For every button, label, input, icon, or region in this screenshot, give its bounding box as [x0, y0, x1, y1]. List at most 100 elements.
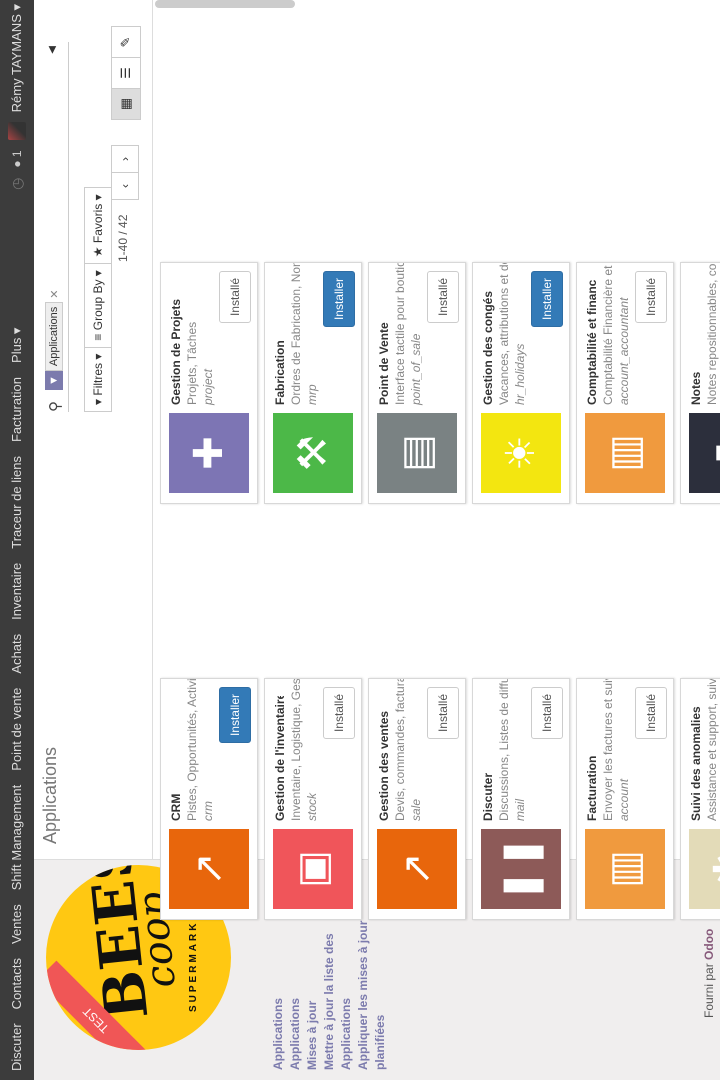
pager-value[interactable]: 1-40 / 42 [116, 215, 130, 262]
divider [152, 0, 153, 860]
user-menu[interactable]: Rémy TAYMANS ▾ [9, 4, 25, 112]
menu-item[interactable]: Plus ▾ [0, 323, 34, 368]
app-card[interactable]: ✚ Gestion de Projets Projets, Tâches projec… [160, 262, 258, 504]
filter-icon: ▼ [45, 371, 63, 390]
install-button[interactable]: Installer [219, 687, 251, 744]
installed-button[interactable]: Installé [427, 687, 459, 740]
app-icon: ▮ [689, 413, 720, 493]
app-card[interactable]: ↗ CRM Pistes, Opportunités, Activités crm In… [160, 678, 258, 920]
scrollbar[interactable] [155, 0, 295, 8]
app-title: Suivi des anomalies [689, 706, 703, 821]
app-technical-name: point_of_sale [409, 333, 423, 405]
menu-item[interactable]: Achats [0, 629, 34, 679]
app-card[interactable]: ▣ Gestion de l'inventaire Inventaire, Logi… [264, 678, 362, 920]
menu-item[interactable]: Discuter [0, 1018, 34, 1076]
register-icon: ▤ [395, 434, 439, 472]
app-summary: Notes repositionnables, collaboratives, … [705, 262, 719, 405]
app-technical-name: mail [513, 798, 527, 821]
installed-button[interactable]: Installé [219, 271, 251, 324]
app-icon: ↗ [169, 829, 249, 909]
menu-item[interactable]: Facturation [0, 372, 34, 447]
form-view-icon[interactable]: ✎ [111, 26, 141, 58]
app-summary: Devis, commandes, facturation [393, 678, 407, 821]
app-title: Point de Vente [377, 322, 391, 405]
powered-by-label: Fourni par [702, 963, 716, 1018]
powered-by: Fourni par Odoo [702, 929, 716, 1018]
facet-remove-icon[interactable]: ✕ [48, 290, 61, 299]
app-card[interactable]: ↗ Gestion des ventes Devis, commandes, fac… [368, 678, 466, 920]
app-card[interactable]: ❚❚ Discuter Discussions, Listes de diffusi… [472, 678, 570, 920]
app-summary: Pistes, Opportunités, Activités [185, 678, 199, 821]
app-summary: Interface tactile pour boutiques [393, 262, 407, 405]
app-summary: Ordres de Fabrication, Nomenclatures, Ga… [289, 262, 303, 405]
top-navbar: Discuter Contacts Ventes Shift Management Po… [0, 0, 34, 1080]
sun-icon: ☀ [499, 435, 543, 471]
activity-clock-icon[interactable]: ◷ [9, 178, 26, 190]
app-card[interactable]: ✱ Suivi des anomaliesAssistance et suppor… [680, 678, 720, 920]
chat-counter[interactable]: ● 1 [10, 150, 24, 167]
app-card[interactable]: ⚒ Fabrication Ordres de Fabrication, Nomen… [264, 262, 362, 504]
install-button[interactable]: Installer [531, 271, 563, 328]
app-icon: ❚❚ [481, 829, 561, 909]
installed-button[interactable]: Installé [323, 687, 355, 740]
install-button[interactable]: Installer [323, 271, 355, 328]
app-card[interactable]: ▥ Facturation Envoyer les factures et suiv… [576, 678, 674, 920]
app-technical-name: crm [201, 801, 215, 821]
menu-item[interactable]: Contacts [0, 953, 34, 1014]
installed-button[interactable]: Installé [427, 271, 459, 324]
installed-button[interactable]: Installé [635, 271, 667, 324]
pager-buttons: ‹ › [111, 145, 139, 200]
pager-previous-button[interactable]: ‹ [111, 172, 139, 200]
chat-bubble-icon: ❚❚ [499, 835, 543, 903]
app-summary: Projets, Tâches [185, 321, 199, 405]
app-technical-name: hr_holidays [513, 343, 527, 405]
chat-bubble-icon: ● [10, 160, 24, 168]
puzzle-icon: ✚ [187, 436, 231, 470]
list-icon: ≡ [91, 333, 105, 341]
app-technical-name: mrp [305, 384, 319, 405]
app-summary: Inventaire, Logistique, Gestion de stock [289, 678, 303, 821]
app-screen: Discuter Contacts Ventes Shift Management Po… [0, 0, 720, 1080]
app-icon: ☀ [481, 413, 561, 493]
app-card[interactable]: ▤ Point de Vente Interface tactile pour bo… [368, 262, 466, 504]
menu-item[interactable]: Shift Management [0, 780, 34, 896]
app-card[interactable]: ▮ NotesNotes repositionnables, collaborat… [680, 262, 720, 504]
menu-item[interactable]: Inventaire [0, 558, 34, 625]
odoo-link[interactable]: Odoo [702, 929, 716, 960]
search-input[interactable]: ⚲ ▼ Applications ✕ ◀ [42, 42, 69, 412]
search-facet: ▼ Applications ✕ [45, 290, 63, 390]
menu-item[interactable]: Point de vente [0, 683, 34, 776]
app-technical-name: stock [305, 792, 319, 821]
app-card[interactable]: ☀ Gestion des congés Vacances, attribution… [472, 262, 570, 504]
app-icon: ✚ [169, 413, 249, 493]
app-summary: Vacances, attributions et demandes de co… [497, 262, 511, 405]
invoice-icon: ▥ [603, 850, 647, 888]
box-icon: ▣ [291, 850, 335, 888]
menu-item[interactable]: Ventes [0, 899, 34, 949]
app-summary: Discussions, Listes de diffusion, Nouvel… [497, 678, 511, 821]
view-switcher: ▦ ☰ ✎ [111, 26, 141, 120]
app-technical-name: account_accountant [617, 297, 631, 405]
filters-dropdown[interactable]: ▾ Filtres ▾ [84, 346, 112, 412]
invoice-icon: ▥ [603, 434, 647, 472]
kanban-view-icon[interactable]: ▦ [111, 88, 141, 120]
user-avatar[interactable] [8, 122, 26, 141]
pager-next-button[interactable]: › [111, 145, 139, 173]
favorites-dropdown[interactable]: ★ Favoris ▾ [84, 187, 112, 265]
installed-button[interactable]: Installé [531, 687, 563, 740]
list-view-icon[interactable]: ☰ [111, 57, 141, 89]
app-icon: ✱ [689, 829, 720, 909]
installed-button[interactable]: Installé [635, 687, 667, 740]
search-icon: ⚲ [47, 401, 64, 412]
facet-value: Applications [45, 301, 63, 372]
navbar-right: ◷ ● 1 Rémy TAYMANS ▾ [0, 4, 34, 190]
app-title: CRM [169, 793, 183, 821]
app-card[interactable]: ▥ Comptabilité et finance Comptabilité Fin… [576, 262, 674, 504]
app-title: Gestion des ventes [377, 710, 391, 821]
menu-item[interactable]: Traceur de liens [0, 451, 34, 554]
app-title: Fabrication [273, 340, 287, 405]
groupby-dropdown[interactable]: ≡ Group By ▾ [84, 263, 112, 348]
app-title: Gestion de l'inventaire [273, 696, 287, 821]
app-summary: Assistance et support, suivi des bogues [705, 678, 719, 821]
search-options-icon[interactable]: ◀ [47, 46, 58, 54]
